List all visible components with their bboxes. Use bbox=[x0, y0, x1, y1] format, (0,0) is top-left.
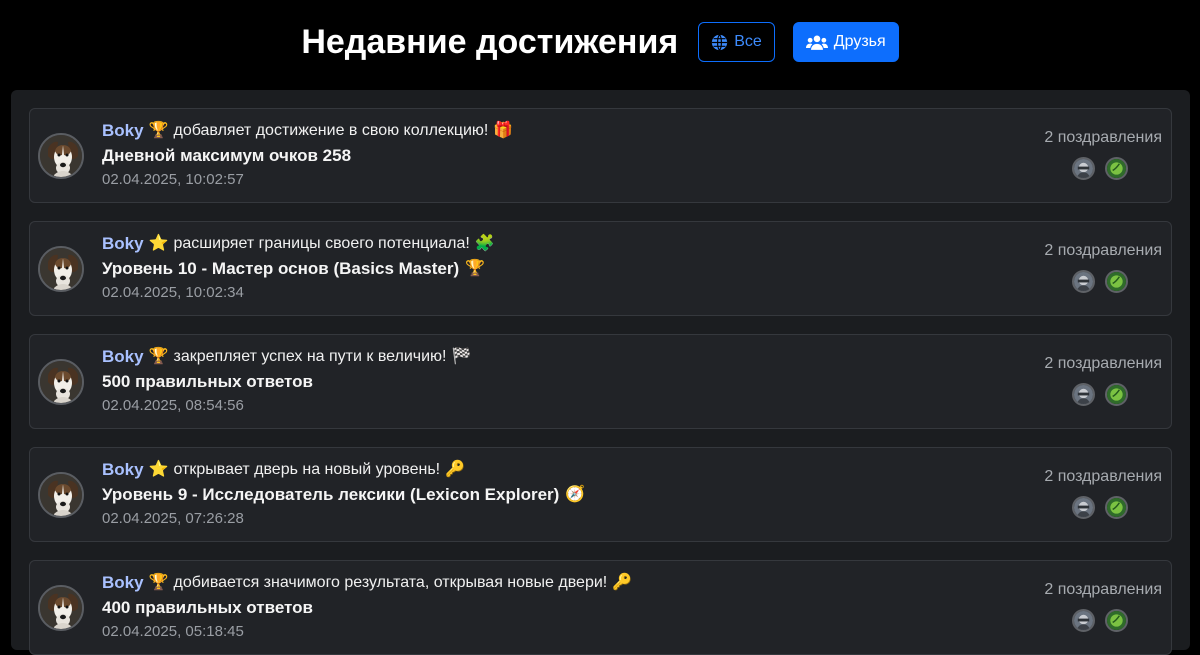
feed-card: Boky 🏆 добавляет достижение в свою колле… bbox=[29, 108, 1172, 203]
timestamp: 02.04.2025, 07:26:28 bbox=[102, 510, 244, 527]
achievement-title: 500 правильных ответов bbox=[102, 372, 313, 391]
reactor-avatar[interactable] bbox=[1105, 496, 1128, 519]
congrats-avatars bbox=[1072, 383, 1128, 406]
congrats-avatars bbox=[1072, 157, 1128, 180]
star-icon: ⭐ bbox=[148, 235, 169, 252]
reactor-avatar[interactable] bbox=[1072, 496, 1095, 519]
reactor-avatar[interactable] bbox=[1105, 270, 1128, 293]
user-avatar[interactable] bbox=[38, 245, 84, 292]
username[interactable]: Boky bbox=[102, 460, 144, 480]
filter-all-button[interactable]: Все bbox=[698, 22, 775, 62]
timestamp: 02.04.2025, 10:02:34 bbox=[102, 284, 244, 301]
reactor-avatar[interactable] bbox=[1072, 383, 1095, 406]
activity-feed-panel: Boky 🏆 добавляет достижение в свою колле… bbox=[11, 90, 1190, 655]
page-title: Недавние достижения bbox=[301, 22, 679, 61]
action-text: добивается значимого результата, открыва… bbox=[173, 574, 608, 591]
congrats-avatars bbox=[1072, 270, 1128, 293]
feed-card: Boky 🏆 закрепляет успех на пути к величи… bbox=[29, 334, 1172, 429]
action-text: открывает дверь на новый уровень! bbox=[173, 461, 441, 478]
username[interactable]: Boky bbox=[102, 347, 144, 367]
filter-friends-label: Друзья bbox=[833, 33, 886, 50]
congrats-count[interactable]: 2 поздравления bbox=[1044, 242, 1162, 260]
trophy-icon: 🏆 bbox=[148, 574, 169, 591]
achievement-title: Уровень 10 - Мастер основ (Basics Master… bbox=[102, 259, 460, 278]
achievement-title: Уровень 9 - Исследователь лексики (Lexic… bbox=[102, 485, 560, 504]
users-icon bbox=[805, 34, 828, 51]
timestamp: 02.04.2025, 08:54:56 bbox=[102, 397, 244, 414]
user-avatar[interactable] bbox=[38, 584, 84, 631]
reactor-avatar[interactable] bbox=[1072, 157, 1095, 180]
reactor-avatar[interactable] bbox=[1105, 157, 1128, 180]
reactor-avatar[interactable] bbox=[1105, 383, 1128, 406]
checkered-flag-icon: 🏁 bbox=[451, 348, 472, 365]
filter-all-label: Все bbox=[734, 33, 762, 50]
user-avatar[interactable] bbox=[38, 471, 84, 518]
username[interactable]: Boky bbox=[102, 234, 144, 254]
feed-card: Boky ⭐ открывает дверь на новый уровень!… bbox=[29, 447, 1172, 542]
reactor-avatar[interactable] bbox=[1072, 270, 1095, 293]
compass-icon: 🧭 bbox=[565, 486, 586, 503]
timestamp: 02.04.2025, 05:18:45 bbox=[102, 623, 244, 640]
congrats-avatars bbox=[1072, 609, 1128, 632]
filter-friends-button[interactable]: Друзья bbox=[792, 22, 899, 62]
key-icon: 🔑 bbox=[612, 574, 633, 591]
reactor-avatar[interactable] bbox=[1072, 609, 1095, 632]
puzzle-icon: 🧩 bbox=[474, 235, 495, 252]
globe-icon bbox=[711, 33, 728, 51]
congrats-count[interactable]: 2 поздравления bbox=[1044, 581, 1162, 599]
action-text: закрепляет успех на пути к величию! bbox=[173, 348, 447, 365]
trophy-icon: 🏆 bbox=[465, 260, 486, 277]
achievement-title: 400 правильных ответов bbox=[102, 598, 313, 617]
trophy-icon: 🏆 bbox=[148, 348, 169, 365]
username[interactable]: Boky bbox=[102, 121, 144, 141]
username[interactable]: Boky bbox=[102, 573, 144, 593]
congrats-count[interactable]: 2 поздравления bbox=[1044, 129, 1162, 147]
achievement-title: Дневной максимум очков 258 bbox=[102, 146, 352, 165]
user-avatar[interactable] bbox=[38, 132, 84, 179]
action-text: расширяет границы своего потенциала! bbox=[173, 235, 470, 252]
action-text: добавляет достижение в свою коллекцию! bbox=[173, 122, 489, 139]
feed-card: Boky ⭐ расширяет границы своего потенциа… bbox=[29, 221, 1172, 316]
star-icon: ⭐ bbox=[148, 461, 169, 478]
congrats-count[interactable]: 2 поздравления bbox=[1044, 468, 1162, 486]
congrats-avatars bbox=[1072, 496, 1128, 519]
reactor-avatar[interactable] bbox=[1105, 609, 1128, 632]
trophy-icon: 🏆 bbox=[148, 122, 169, 139]
feed-card: Boky 🏆 добивается значимого результата, … bbox=[29, 560, 1172, 655]
user-avatar[interactable] bbox=[38, 358, 84, 405]
page-header: Недавние достижения Все Друзья bbox=[0, 0, 1200, 90]
congrats-count[interactable]: 2 поздравления bbox=[1044, 355, 1162, 373]
gift-icon: 🎁 bbox=[493, 122, 514, 139]
timestamp: 02.04.2025, 10:02:57 bbox=[102, 171, 244, 188]
key-icon: 🔑 bbox=[445, 461, 466, 478]
activity-feed: Boky 🏆 добавляет достижение в свою колле… bbox=[29, 108, 1172, 655]
